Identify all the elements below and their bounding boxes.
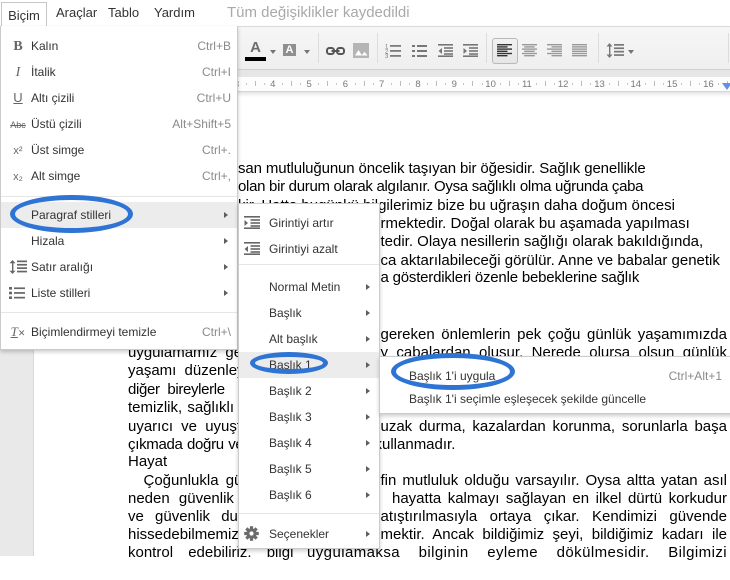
svg-text:3: 3: [385, 54, 389, 58]
